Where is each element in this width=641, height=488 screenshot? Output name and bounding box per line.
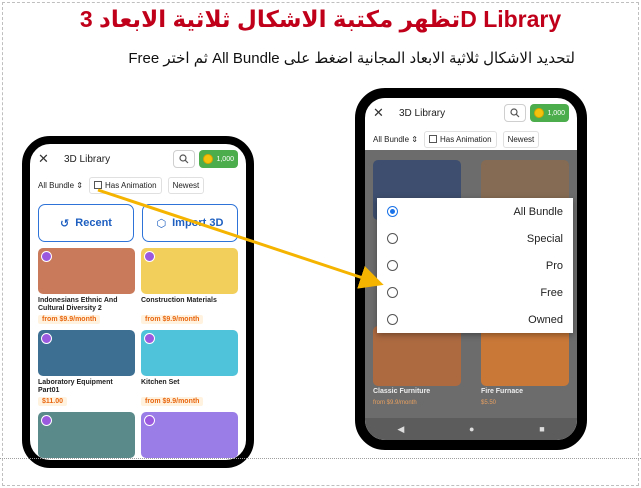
- bottom-divider: [0, 458, 641, 459]
- pointer-arrow: [97, 188, 384, 289]
